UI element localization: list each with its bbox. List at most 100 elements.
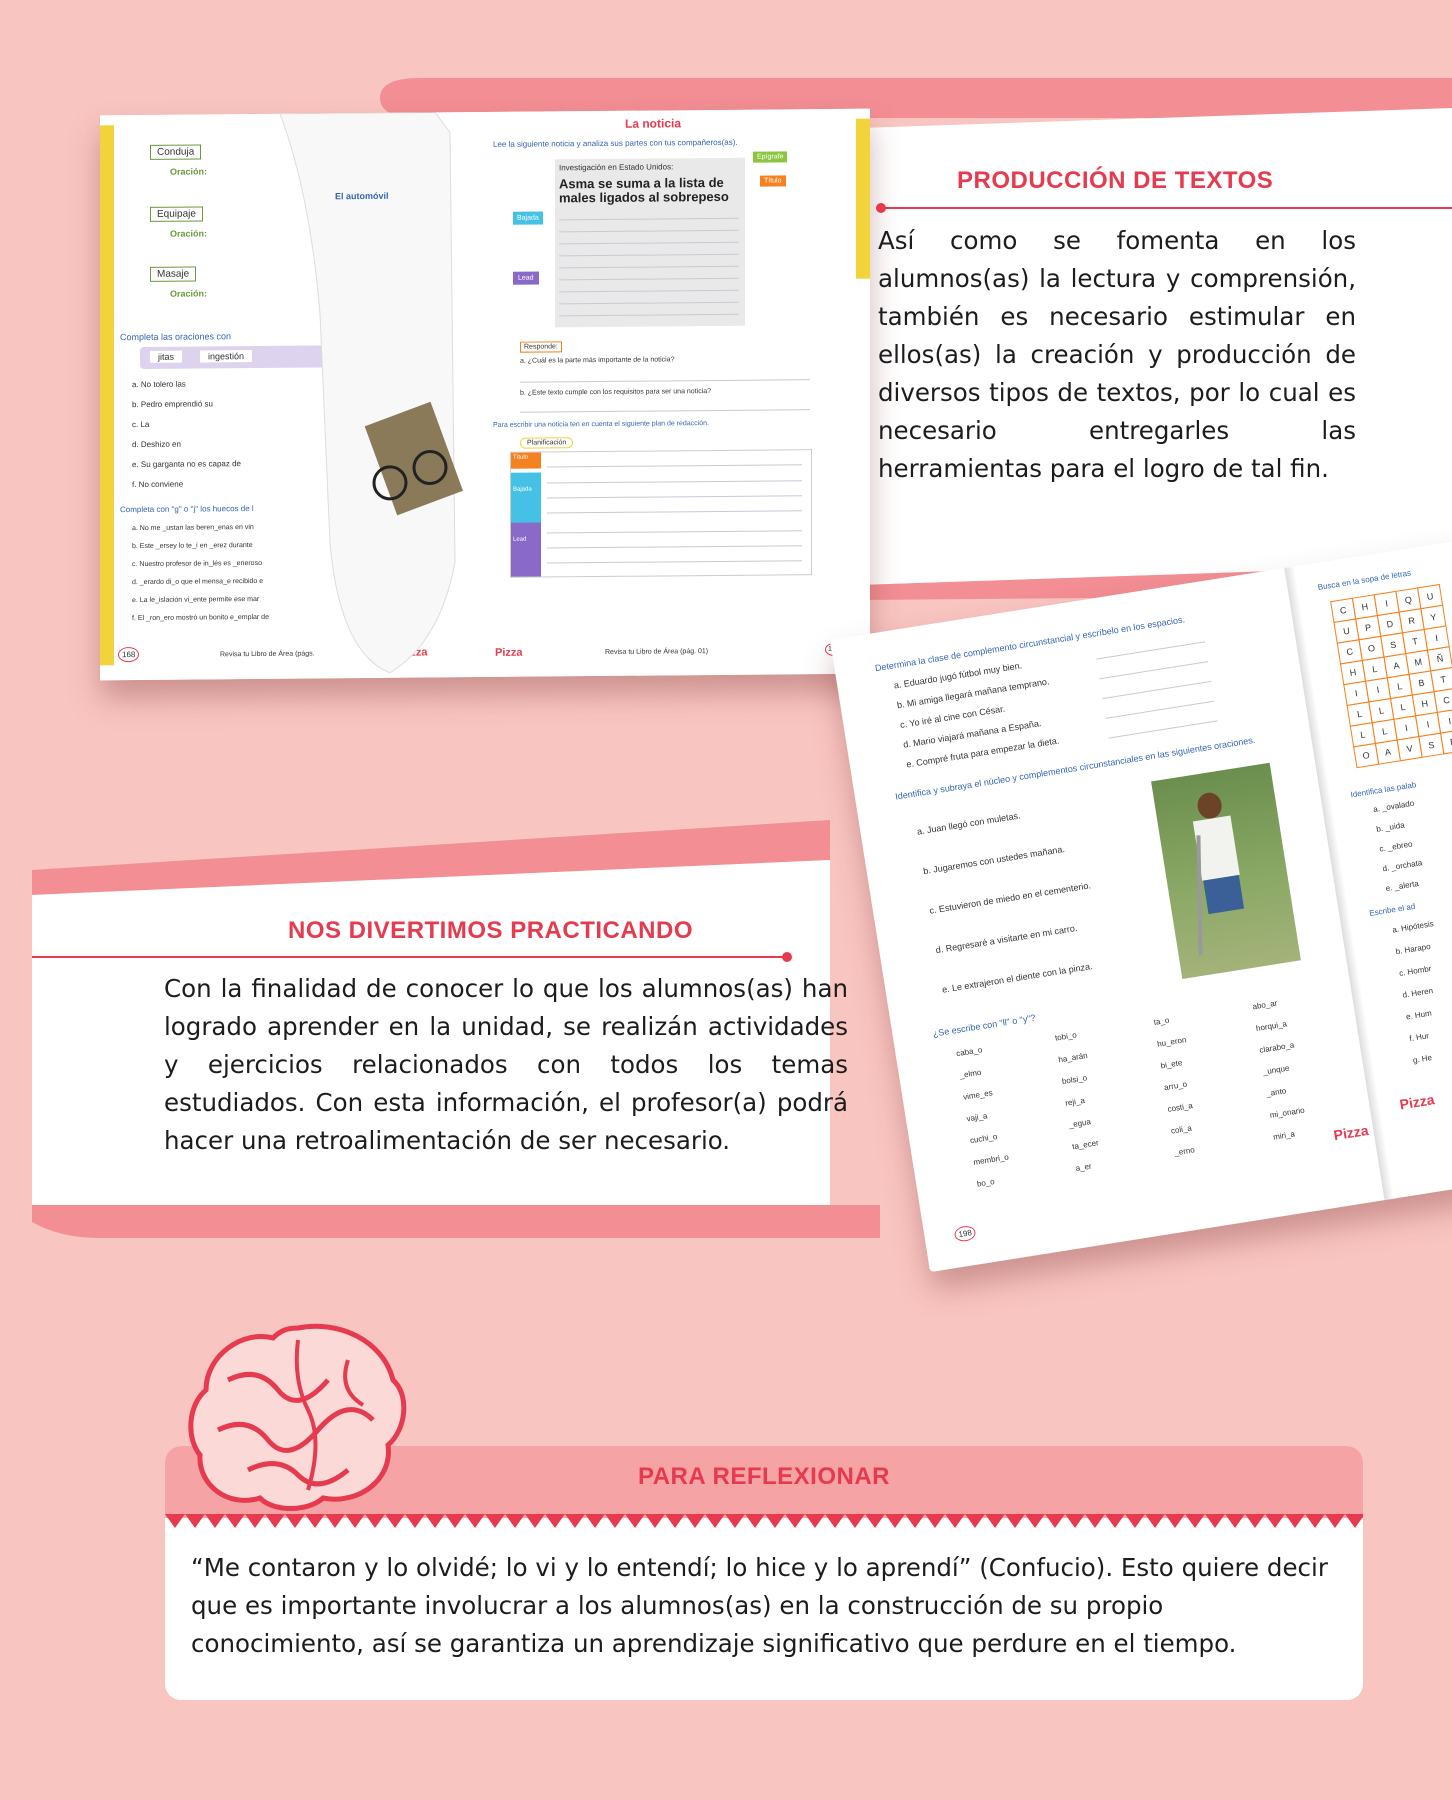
label-oracion-3: Oración: <box>170 288 208 299</box>
list-item: a_er <box>1075 1161 1093 1174</box>
list-item: d. _orchata <box>1381 858 1423 874</box>
list-item: _anto <box>1265 1086 1287 1099</box>
exercise-1-heading: Lee la siguiente noticia y analiza sus p… <box>493 137 738 149</box>
list-item: e. Hum <box>1405 1008 1433 1022</box>
boy-photo <box>1151 762 1301 980</box>
list-item: clarabo_a <box>1258 1040 1295 1055</box>
tag-bajada: Bajada <box>513 211 543 225</box>
list-item: b. Pedro emprendió su <box>132 399 213 410</box>
section-title-practicando: NOS DIVERTIMOS PRACTICANDO <box>288 917 694 944</box>
list-item: vaji_a <box>965 1111 988 1124</box>
list-item: caba_o <box>955 1045 983 1059</box>
section-title-reflexionar: PARA REFLEXIONAR <box>638 1463 891 1490</box>
list-item: a. No tolero las <box>132 379 186 390</box>
label-equipaje: Equipaje <box>150 206 203 222</box>
label-masaje: Masaje <box>150 266 197 282</box>
section-body-practicando: Con la finalidad de conocer lo que los a… <box>164 974 848 1155</box>
wave-divider <box>165 1514 1363 1528</box>
list-item: b. Jugaremos con ustedes mañana. <box>922 843 1066 877</box>
list-item: ta_o <box>1153 1015 1170 1027</box>
list-item: g. He <box>1412 1053 1433 1065</box>
news-title: La noticia <box>625 116 682 131</box>
list-item: miri_a <box>1272 1129 1296 1142</box>
list-item: bolsi_o <box>1061 1073 1088 1087</box>
tag-lead: Lead <box>513 271 539 285</box>
list-item: coli_a <box>1170 1123 1193 1136</box>
list-item: abo_ar <box>1251 998 1278 1012</box>
list-item: f. Hur <box>1408 1031 1430 1044</box>
right-page: La noticia Lee la siguiente noticia y an… <box>485 108 870 678</box>
exercise-6-heading: ¿Se escribe con "ll" o "y"? <box>932 1012 1037 1039</box>
list-item: hu_eron <box>1156 1035 1187 1049</box>
list-item: a. No me _ustan las beren_enas en vin <box>132 524 254 533</box>
list-item: _egua <box>1068 1117 1092 1130</box>
list-item: bi_ete <box>1160 1058 1183 1071</box>
list-item: ta_ecer <box>1071 1138 1100 1152</box>
exercise-6-heading: Completa las oraciones con <box>120 331 232 343</box>
brand-logo: Pizza <box>1332 1121 1370 1144</box>
exercise-8-heading: Identifica las palab <box>1349 780 1417 800</box>
word-chip-1: jitas <box>150 350 183 363</box>
reflection-quote: “Me contaron y lo olvidé; lo vi y lo ent… <box>191 1553 1328 1658</box>
list-item: f. No conviene <box>132 479 184 490</box>
label-oracion-1: Oración: <box>170 166 208 177</box>
plan-label: Planificación <box>520 437 574 449</box>
list-item: tobi_o <box>1054 1030 1078 1043</box>
list-item: a. Hipótesis <box>1391 919 1435 935</box>
plan-row-bajada: Bajada <box>511 472 541 527</box>
footer-right: Revisa tu Libro de Área (pág. 01) <box>605 648 709 656</box>
page-number-left: 168 <box>118 647 140 663</box>
list-item: membri_o <box>972 1152 1010 1167</box>
grid-cell: I <box>1436 708 1452 734</box>
label-conduja: Conduja <box>150 144 202 160</box>
list-item: e. Le extrajeron el diente con la pinza. <box>941 961 1094 995</box>
list-item: a. _ovalado <box>1372 798 1415 815</box>
list-item: b. _uida <box>1375 820 1406 834</box>
list-item: bo_o <box>976 1176 996 1189</box>
list-item: b. Este _ersey lo te_í en _erez durante <box>132 542 253 551</box>
brand-logo-right: Pizza <box>495 646 523 659</box>
list-item: cuchi_o <box>969 1131 999 1146</box>
exercise-7-heading: Completa con "g" o "j" los huecos de l <box>120 504 254 515</box>
section-body-produccion: Así como se fomenta en los alumnos(as) l… <box>878 226 1356 483</box>
page-number: 198 <box>953 1224 977 1243</box>
news-headline: Asma se suma a la lista de males ligados… <box>559 174 729 206</box>
tag-epigrafe: Epígrafe <box>753 151 788 163</box>
section-title-produccion: PRODUCCIÓN DE TEXTOS <box>957 167 1274 194</box>
exercise-7-heading: Busca en la sopa de letras <box>1317 568 1412 592</box>
list-item: c. Hombr <box>1398 964 1432 979</box>
list-item: reji_a <box>1064 1095 1086 1108</box>
list-item: b. Harapo <box>1395 941 1432 957</box>
label-oracion-2: Oración: <box>170 228 208 239</box>
list-item: d. Regresaré a visitarte en mi carro. <box>935 922 1078 956</box>
question-b: b. ¿Este texto cumple con los requisitos… <box>520 388 712 397</box>
list-item: costi_a <box>1166 1101 1194 1114</box>
list-item: e. Su garganta no es capaz de <box>132 459 241 470</box>
plan-table: Título Bajada Lead <box>510 449 812 578</box>
section-rule-practicando <box>32 952 792 962</box>
side-tab-ortografia <box>100 125 114 666</box>
section-rule-produccion <box>876 203 1452 213</box>
list-item: d. Heren <box>1401 986 1434 1000</box>
respond-label: Responde: <box>520 341 562 353</box>
brand-logo-2: Pizza <box>1398 1091 1436 1113</box>
side-tab-produccion <box>856 118 870 279</box>
plan-row-lead: Lead <box>511 522 541 577</box>
tag-titulo: Título <box>760 175 786 187</box>
list-item: arru_o <box>1163 1079 1188 1093</box>
textbook-exercise-image: Determina la clase de complemento circun… <box>830 527 1452 1273</box>
list-item: e. _alerta <box>1385 878 1420 894</box>
list-item: _elmo <box>959 1067 982 1081</box>
exercise-2-heading: Para escribir una noticia ten en cuenta … <box>493 420 709 429</box>
news-article-box: Investigación en Estado Unidos: Asma se … <box>555 157 745 328</box>
brain-icon <box>188 1323 407 1511</box>
list-item: c. La <box>132 419 150 430</box>
subheading-automovil: El automóvil <box>335 190 389 202</box>
list-item: ha_arán <box>1057 1050 1089 1065</box>
list-item: c. Estuvieron de miedo en el cementerio. <box>928 880 1092 916</box>
list-item: c. _ebreo <box>1378 839 1414 854</box>
exercise-9-heading: Escribe el ad <box>1368 901 1416 918</box>
plan-row-titulo: Título <box>511 452 541 469</box>
list-item: _erno <box>1173 1145 1196 1158</box>
list-item: _unque <box>1262 1063 1291 1077</box>
